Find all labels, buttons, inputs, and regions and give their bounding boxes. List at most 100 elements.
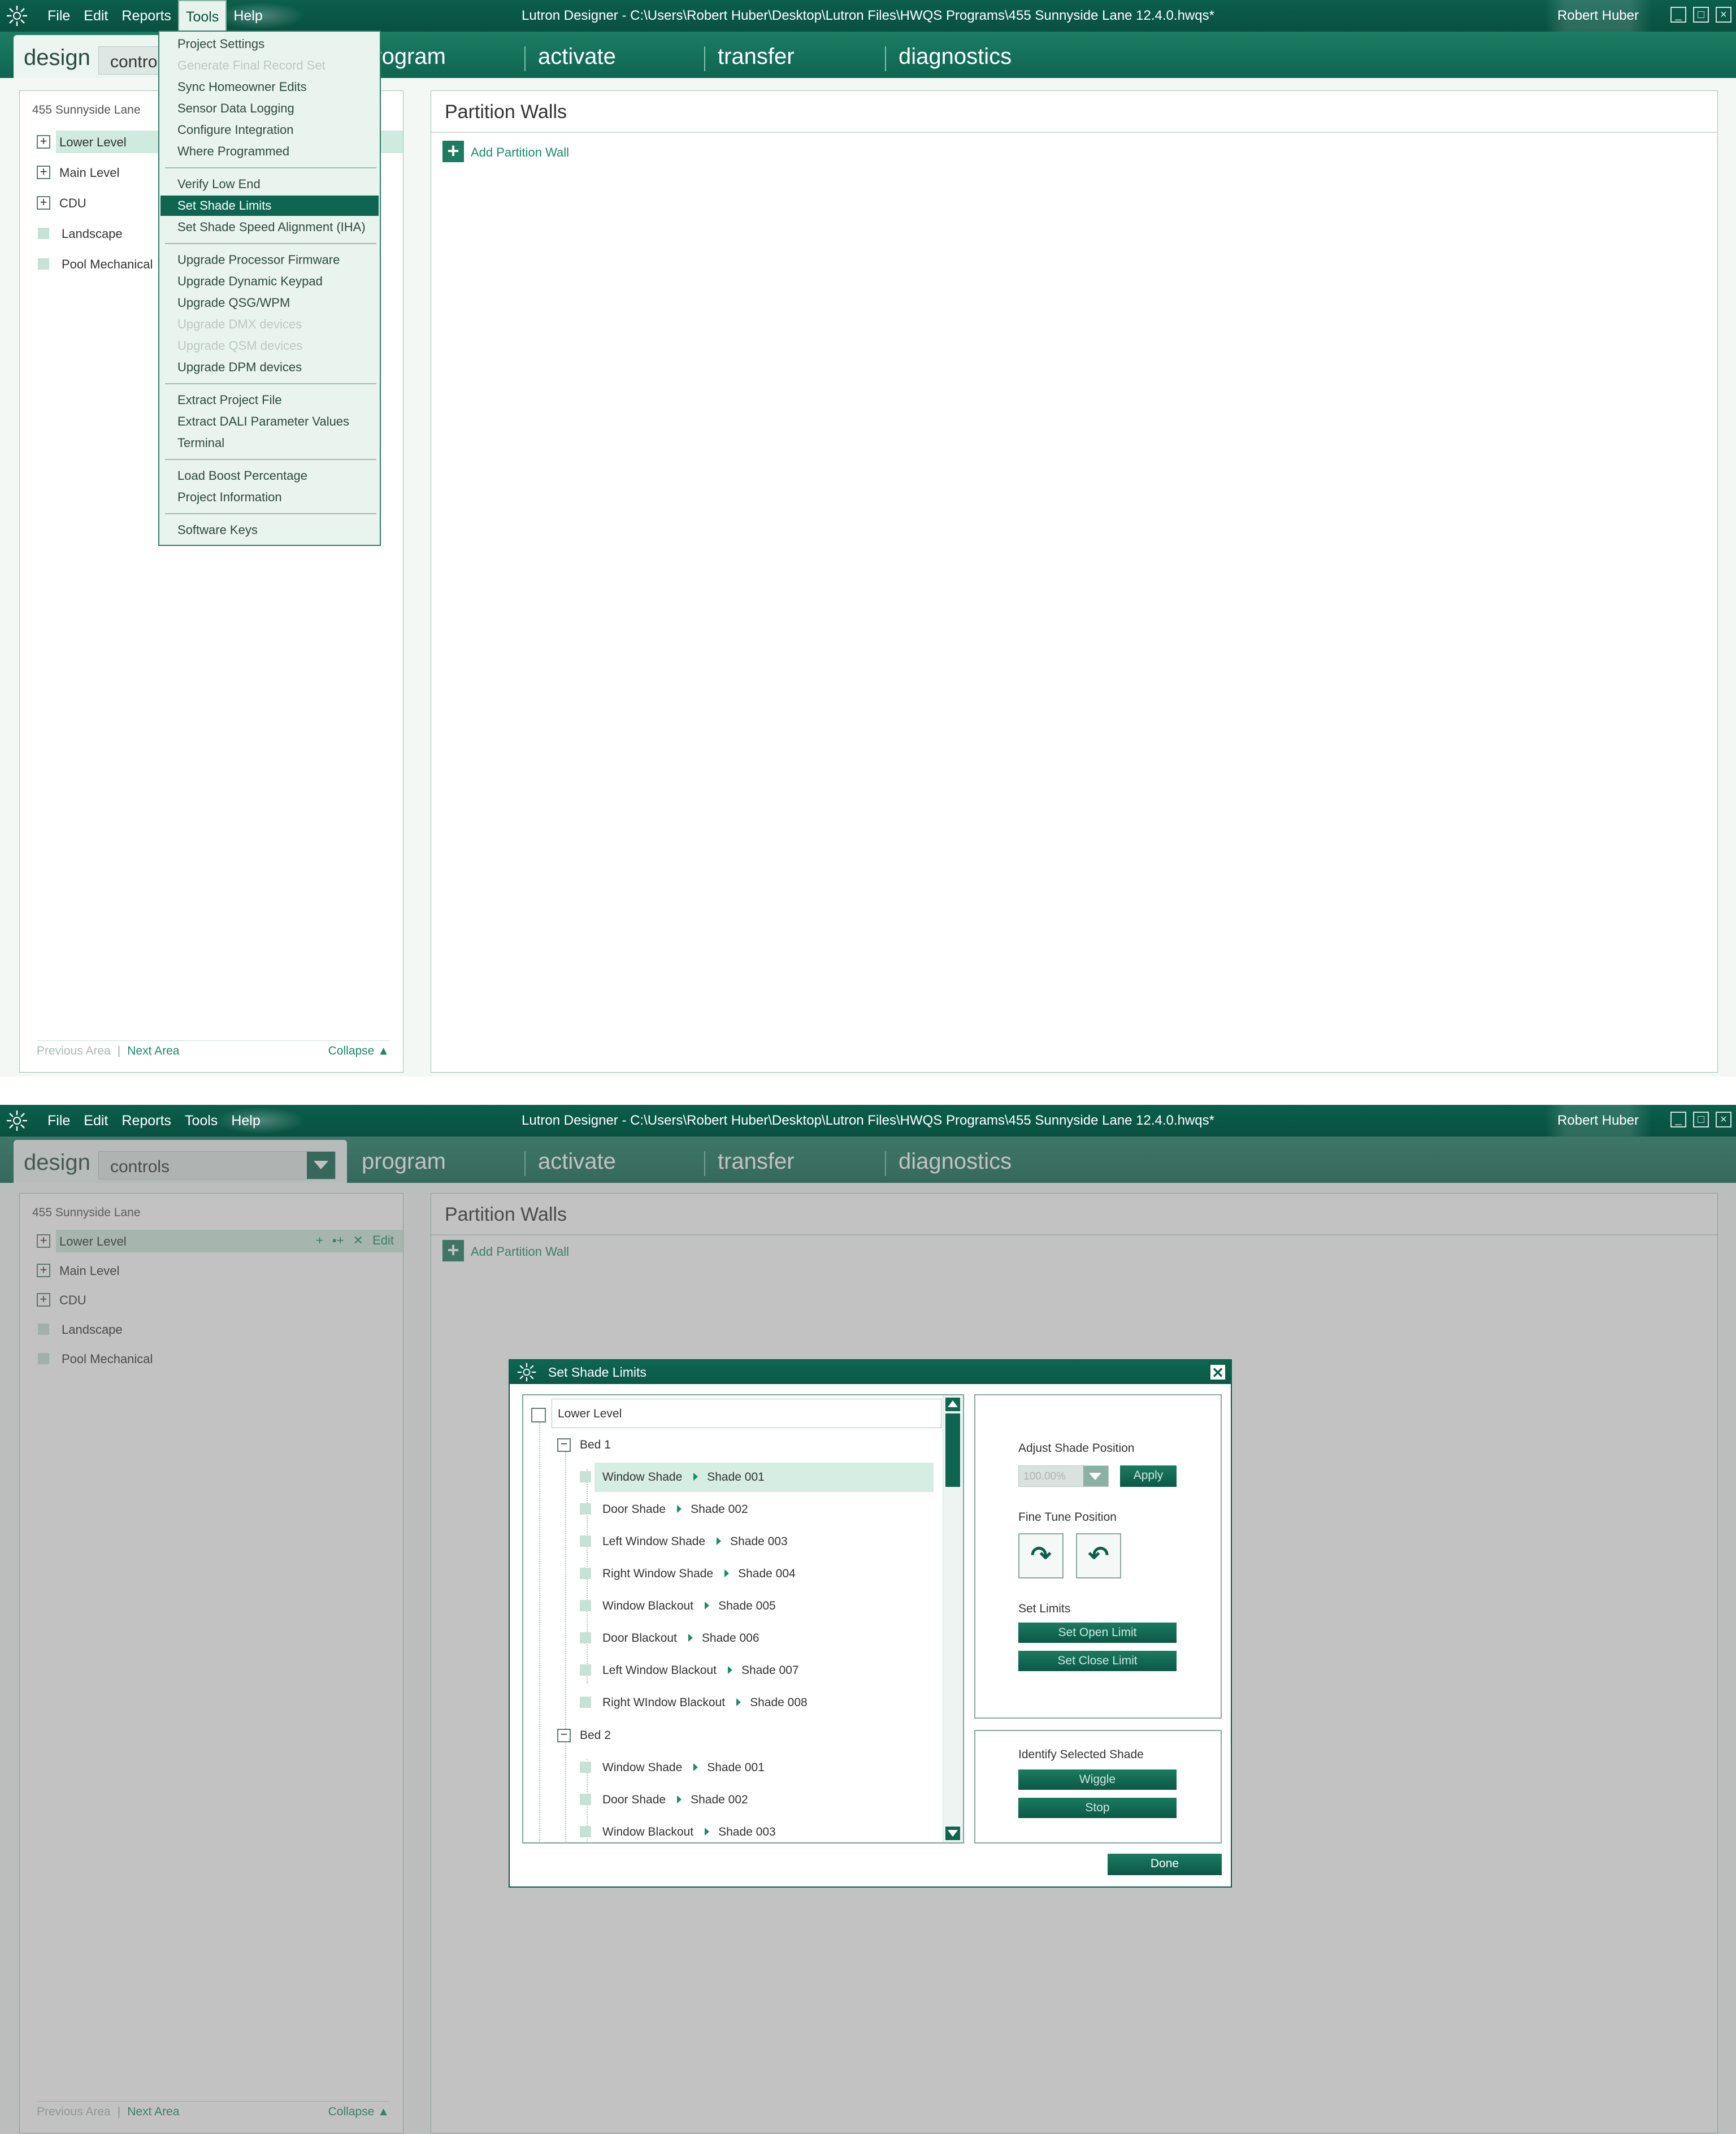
menu-item-upgrade-qsg-wpm[interactable]: Upgrade QSG/WPM [160,293,379,313]
tree-footer: Previous Area | Next Area Collapse ▲ [37,1040,389,1057]
minimize-icon[interactable]: _ [1670,7,1686,23]
arrow-right-icon [688,1634,693,1642]
tab-activate[interactable]: activate [538,44,616,70]
menu-tools[interactable]: Tools [177,0,227,32]
menu-item-where-programmed[interactable]: Where Programmed [160,141,379,162]
close-icon[interactable]: × [1716,7,1731,23]
menu-item-extract-project-file[interactable]: Extract Project File [160,390,379,410]
menu-item-verify-low-end[interactable]: Verify Low End [160,174,379,194]
dialog-close-icon[interactable]: ✕ [1209,1364,1226,1381]
menu-item-load-boost-percentage[interactable]: Load Boost Percentage [160,466,379,486]
menu-reports[interactable]: Reports [115,1105,178,1137]
menu-file[interactable]: File [41,0,77,32]
page-title: Partition Walls [445,101,567,123]
shade-name: Door Blackout [602,1632,677,1645]
vertical-scrollbar[interactable] [943,1395,963,1842]
divider [431,132,1717,133]
shade-name: Left Window Shade [602,1535,706,1548]
shade-name: Window Shade [602,1761,683,1774]
tab-diagnostics[interactable]: diagnostics [899,44,1012,70]
shade-id: Shade 007 [741,1664,799,1677]
shade-tree: Lower Level − Bed 1 Window Shade Shade 00… [522,1394,964,1844]
menu-item-project-information[interactable]: Project Information [160,487,379,508]
shade-row[interactable]: Window Shade Shade 001 [580,1463,934,1492]
tree-guide-line [539,1412,540,1842]
menu-help[interactable]: Help [224,1105,267,1137]
menu-help[interactable]: Help [227,0,269,32]
restore-icon[interactable]: □ [1693,7,1709,23]
menu-item-configure-integration[interactable]: Configure Integration [160,120,379,140]
arrow-right-icon [717,1537,722,1545]
shade-name: Right Window Shade [602,1567,714,1580]
scroll-down-icon[interactable] [945,1827,960,1840]
close-icon[interactable]: × [1716,1112,1731,1127]
menu-item-terminal[interactable]: Terminal [160,433,379,453]
tab-transfer[interactable]: transfer [718,44,795,70]
collapse-icon[interactable]: − [557,1728,571,1742]
position-select: 100.00% [1018,1465,1109,1487]
chevron-up-icon: ▲ [377,1044,389,1057]
wiggle-button[interactable]: Wiggle [1018,1769,1177,1790]
set-open-limit-button[interactable]: Set Open Limit [1018,1623,1177,1643]
menu-item-upgrade-dmx-devices: Upgrade DMX devices [177,317,302,331]
set-limits-label: Set Limits [1018,1602,1071,1615]
scroll-up-icon[interactable] [945,1398,960,1411]
arrow-right-icon [705,1602,710,1610]
user-name[interactable]: Robert Huber [1544,0,1651,32]
shade-icon [580,1568,591,1579]
menu-item-upgrade-dpm-devices[interactable]: Upgrade DPM devices [160,357,379,378]
shade-icon [580,1826,591,1837]
menu-item-set-shade-limits[interactable]: Set Shade Limits [160,196,379,216]
footer-separator: | [117,1044,121,1057]
screenshot-set-shade-limits: Lutron Designer - C:\Users\Robert Huber\… [0,1105,1736,2134]
shade-icon [580,1762,591,1773]
rotate-clockwise-icon[interactable]: ↷ [1018,1533,1064,1578]
minimize-icon[interactable]: _ [1670,1112,1686,1127]
collapse-link[interactable]: Collapse ▲ [328,1044,389,1058]
menu-item-sync-homeowner-edits[interactable]: Sync Homeowner Edits [160,77,379,97]
menu-file[interactable]: File [41,1105,77,1137]
shade-id: Shade 002 [691,1793,748,1806]
rotate-counterclockwise-icon[interactable]: ↶ [1076,1533,1121,1578]
expand-icon[interactable]: + [37,135,50,149]
collapse-icon[interactable] [531,1408,546,1422]
collapse-icon[interactable]: − [557,1438,571,1452]
position-value: 100.00% [1023,1471,1066,1482]
menu-item-sensor-data-logging[interactable]: Sensor Data Logging [160,98,379,119]
title-bar: Lutron Designer - C:\Users\Robert Huber\… [0,1105,1736,1137]
shade-id: Shade 008 [750,1696,808,1709]
plus-icon: + [442,141,464,162]
next-area-link[interactable]: Next Area [127,1044,179,1057]
menu-item-software-keys[interactable]: Software Keys [160,520,379,540]
menu-edit[interactable]: Edit [77,0,115,32]
shade-id: Shade 005 [718,1599,776,1612]
menu-edit[interactable]: Edit [77,1105,115,1137]
shade-name: Window Blackout [602,1825,694,1838]
adjust-position-box: Adjust Shade Position 100.00% Apply Fine… [974,1394,1222,1719]
shade-icon [580,1632,591,1643]
menu-tools[interactable]: Tools [178,1105,224,1137]
menu-item-upgrade-dynamic-keypad[interactable]: Upgrade Dynamic Keypad [160,271,379,292]
menu-item-upgrade-processor-firmware[interactable]: Upgrade Processor Firmware [160,250,379,270]
done-button[interactable]: Done [1108,1854,1222,1875]
menu-item-project-settings[interactable]: Project Settings [160,34,379,54]
menu-reports[interactable]: Reports [115,0,178,32]
previous-area-link[interactable]: Previous Area [37,1044,111,1057]
chevron-down-icon [1083,1466,1108,1486]
shade-id: Shade 003 [730,1535,788,1548]
stop-button[interactable]: Stop [1018,1798,1177,1818]
tree-root-label: Lower Level [558,1407,622,1420]
restore-icon[interactable]: □ [1693,1112,1709,1127]
tree-root[interactable]: 455 Sunnyside Lane [32,103,141,117]
set-close-limit-button[interactable]: Set Close Limit [1018,1651,1177,1671]
scroll-thumb[interactable] [945,1413,960,1487]
menu-item-extract-dali-parameter-values[interactable]: Extract DALI Parameter Values [160,411,379,432]
user-name[interactable]: Robert Huber [1544,1105,1651,1137]
room-name: Bed 1 [580,1438,611,1451]
expand-icon[interactable]: + [37,196,50,210]
expand-icon[interactable]: + [37,166,50,179]
menu-item-set-shade-speed-alignment[interactable]: Set Shade Speed Alignment (IHA) [160,217,379,237]
shade-icon [580,1503,591,1515]
apply-button[interactable]: Apply [1120,1465,1177,1487]
tree-root-row[interactable]: Lower Level [552,1399,941,1428]
